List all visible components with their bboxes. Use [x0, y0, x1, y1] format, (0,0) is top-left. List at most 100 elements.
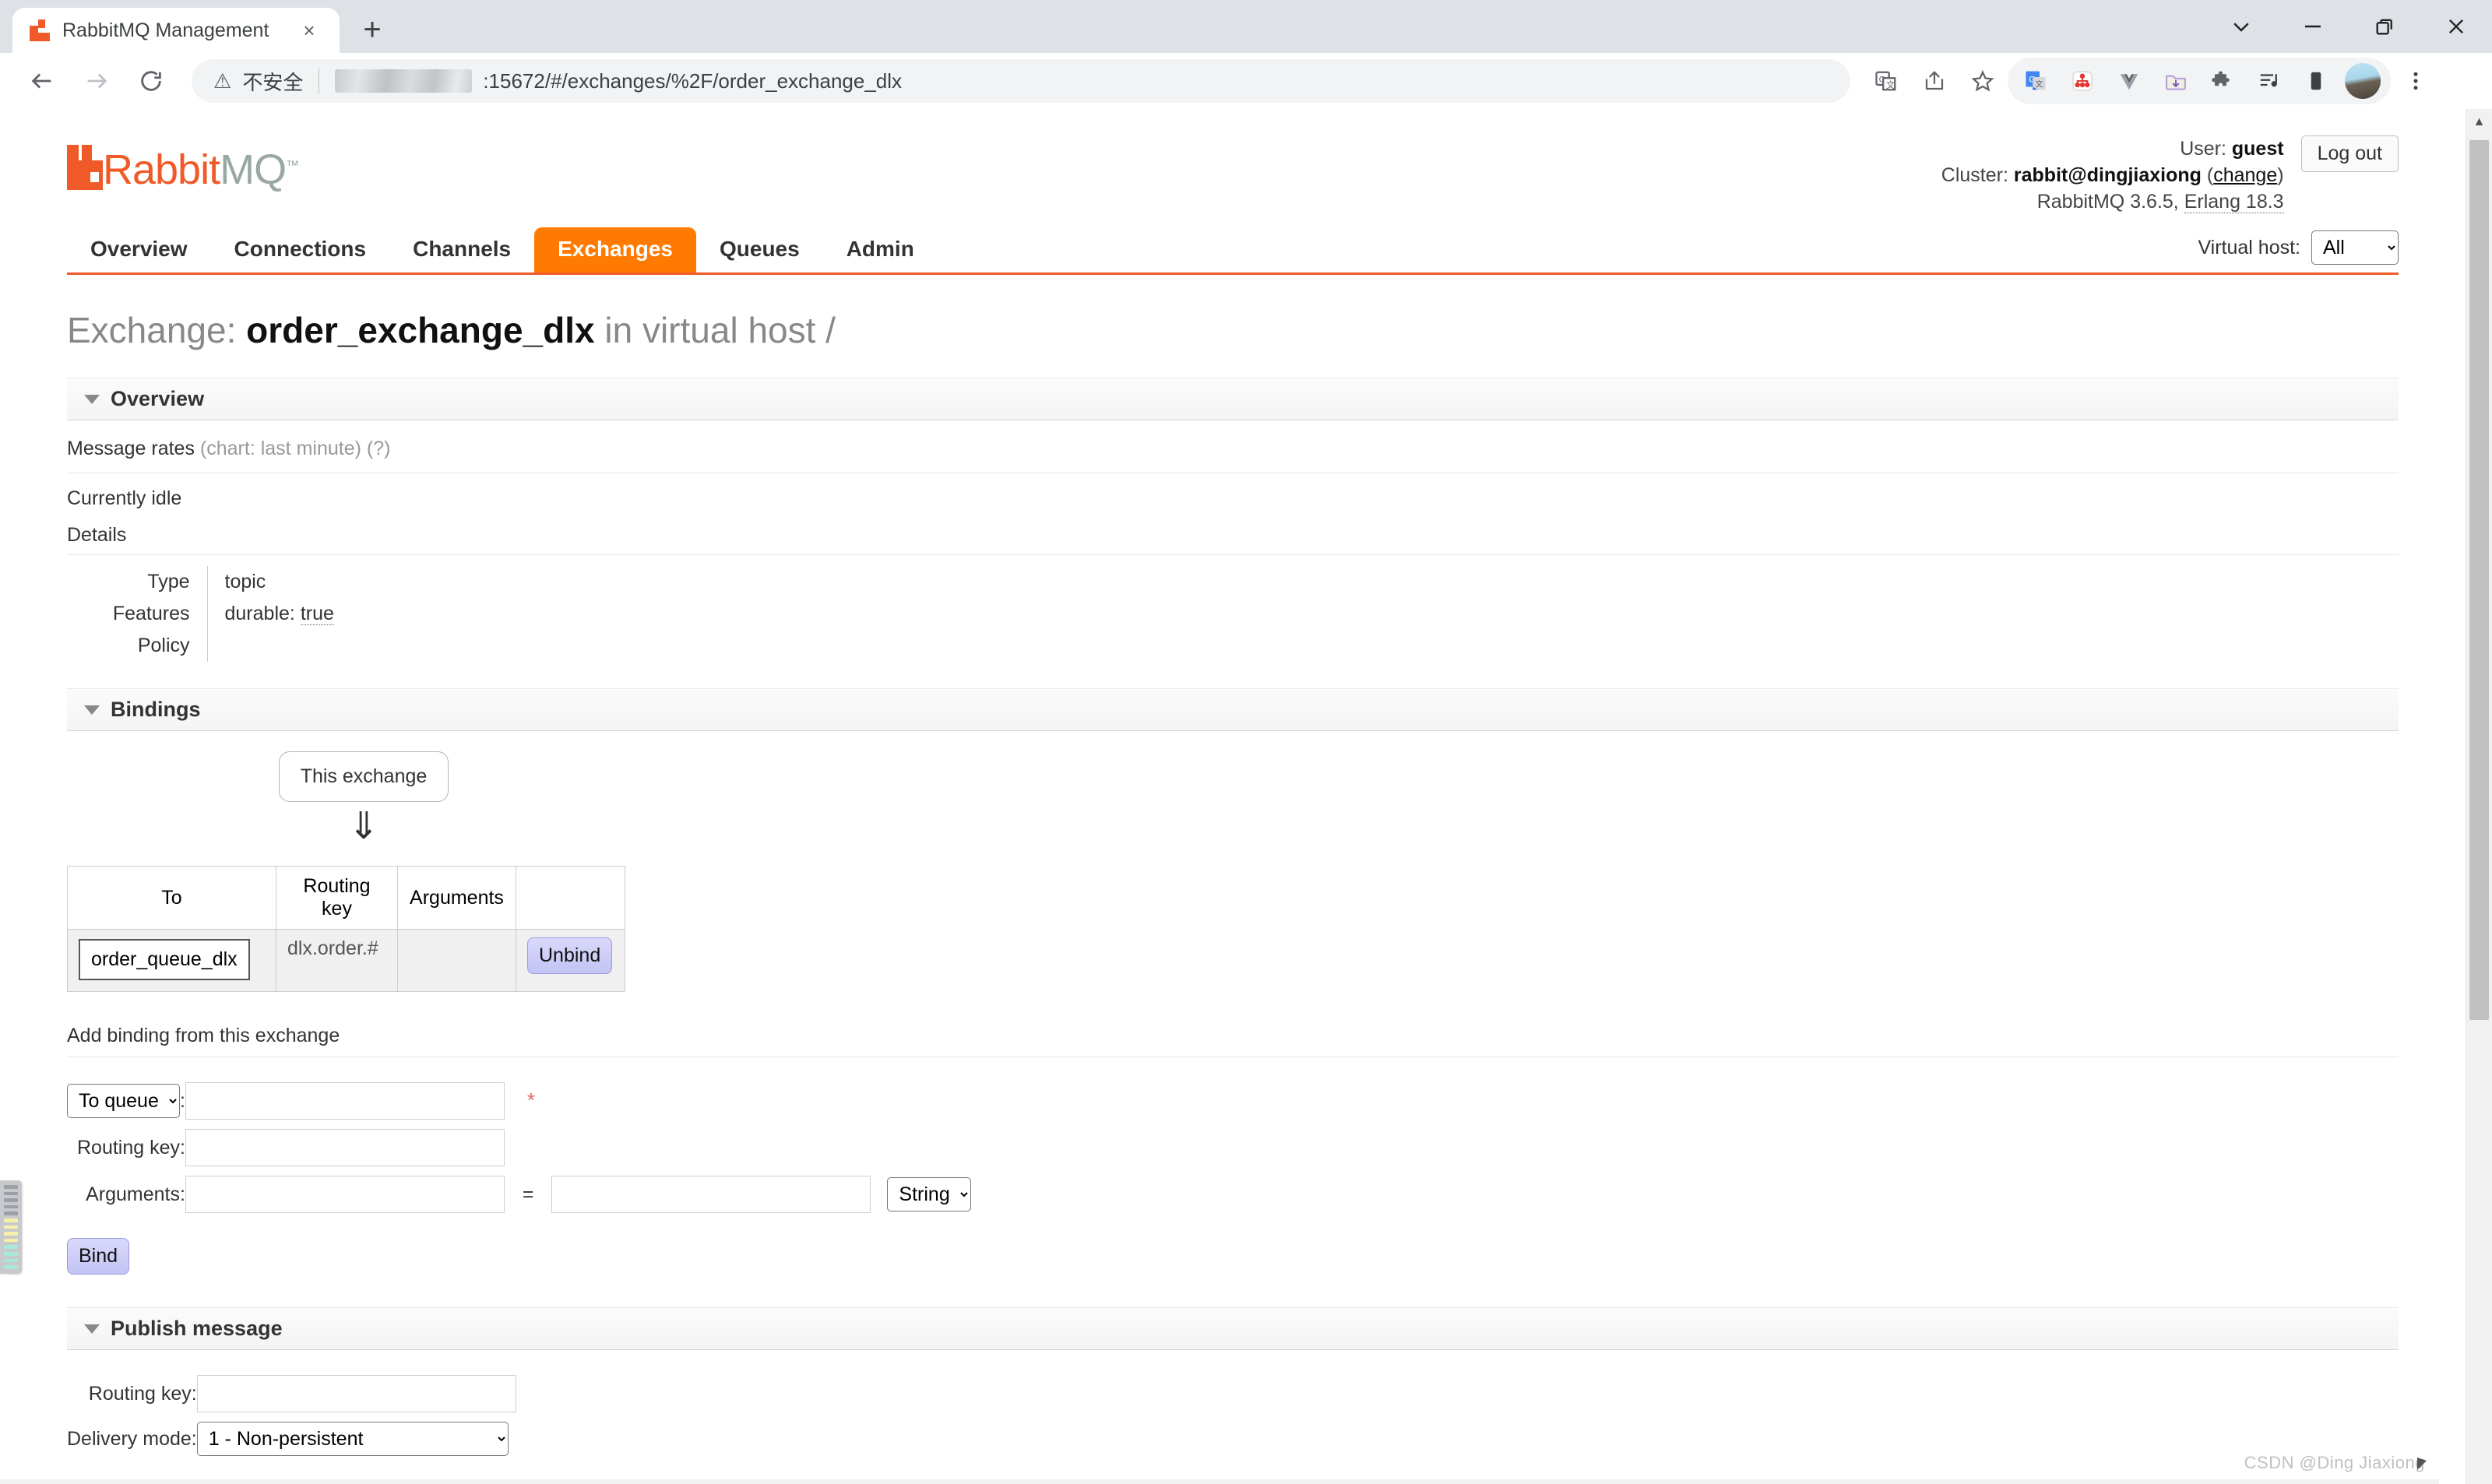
- binding-destination-input[interactable]: [185, 1082, 505, 1120]
- side-panel-widget[interactable]: [0, 1180, 22, 1274]
- publish-delivery-mode-cell: 1 - Non-persistent: [196, 1417, 516, 1461]
- translate-icon[interactable]: G 文: [1863, 58, 1909, 104]
- tab-search-icon[interactable]: [2205, 0, 2277, 53]
- details-value-type: topic: [206, 566, 334, 598]
- mindmap-extension-icon[interactable]: [2059, 58, 2106, 104]
- download-folder-icon[interactable]: [2152, 58, 2199, 104]
- binding-argument-value-input[interactable]: [551, 1176, 871, 1213]
- delivery-mode-select[interactable]: 1 - Non-persistent: [196, 1422, 509, 1456]
- bookmark-star-icon[interactable]: [1959, 58, 2006, 104]
- overview-section-header[interactable]: Overview: [67, 378, 2399, 420]
- close-tab-icon[interactable]: ×: [296, 17, 322, 44]
- reload-icon[interactable]: [126, 56, 176, 106]
- new-tab-button[interactable]: +: [350, 8, 394, 51]
- main-nav: Overview Connections Channels Exchanges …: [67, 227, 2399, 275]
- music-list-icon[interactable]: [2246, 58, 2293, 104]
- bindings-col-arguments: Arguments: [397, 866, 516, 930]
- nav-tab-queues[interactable]: Queues: [696, 227, 823, 273]
- page-title-suffix: in virtual host /: [604, 310, 836, 350]
- details-row-type: Type topic: [67, 566, 334, 598]
- nav-tabs: Overview Connections Channels Exchanges …: [67, 227, 938, 273]
- bindings-table: To Routing key Arguments order_queue_dlx…: [67, 866, 625, 992]
- nav-tab-overview[interactable]: Overview: [67, 227, 211, 273]
- add-binding-arguments-row: Arguments: = String: [67, 1171, 972, 1218]
- security-status-text: 不安全: [242, 70, 304, 94]
- bind-button[interactable]: Bind: [67, 1238, 130, 1275]
- vhost-label: Virtual host:: [2198, 236, 2300, 258]
- binding-arrow-down-icon: ⇓: [347, 806, 380, 847]
- browser-tab[interactable]: RabbitMQ Management ×: [12, 8, 340, 53]
- maximize-restore-icon[interactable]: [2349, 0, 2420, 53]
- binding-routing-key-cell: dlx.order.#: [276, 929, 398, 992]
- add-binding-title: Add binding from this exchange: [67, 1025, 2399, 1057]
- add-binding-target-cell: To queue :: [67, 1078, 185, 1124]
- google-translate-extension-icon[interactable]: G 文: [2012, 58, 2059, 104]
- reading-mode-icon[interactable]: [2293, 58, 2339, 104]
- publish-delivery-mode-row: Delivery mode: 1 - Non-persistent: [67, 1417, 516, 1461]
- nav-tab-exchanges[interactable]: Exchanges: [534, 227, 696, 273]
- binding-queue-link[interactable]: order_queue_dlx: [79, 939, 250, 980]
- svg-text:文: 文: [2035, 79, 2043, 90]
- address-bar[interactable]: ⚠ 不安全 :15672/#/exchanges/%2F/order_excha…: [192, 59, 1850, 103]
- user-info-block: User: guest Cluster: rabbit@dingjiaxiong…: [1941, 128, 2399, 215]
- vhost-select[interactable]: All: [2311, 230, 2399, 265]
- three-dot-menu-icon[interactable]: [2392, 58, 2439, 104]
- publish-message-section-title: Publish message: [111, 1317, 283, 1340]
- rabbitmq-logo[interactable]: RabbitMQ™: [67, 128, 299, 191]
- page-title-name: order_exchange_dlx: [246, 310, 595, 350]
- nav-tab-channels[interactable]: Channels: [389, 227, 534, 273]
- nav-tab-connections[interactable]: Connections: [211, 227, 390, 273]
- binding-argument-type-select[interactable]: String: [887, 1176, 972, 1211]
- features-durable-label: durable:: [224, 603, 295, 624]
- back-icon[interactable]: [17, 56, 67, 106]
- user-label: User:: [2180, 138, 2226, 160]
- vue-devtools-icon[interactable]: [2106, 58, 2152, 104]
- vertical-scrollbar[interactable]: ▲: [2466, 109, 2492, 1484]
- publish-routing-key-row: Routing key:: [67, 1370, 516, 1417]
- svg-text:文: 文: [1886, 79, 1895, 90]
- binding-target-select[interactable]: To queue: [67, 1084, 180, 1118]
- scrollbar-thumb[interactable]: [2469, 140, 2489, 1020]
- rabbitmq-logo-icon: [67, 145, 103, 190]
- publish-message-form: Routing key: Delivery mode: 1 - Non-pers…: [67, 1370, 516, 1461]
- bind-button-row: Bind: [67, 1238, 2399, 1275]
- binding-argument-key-input[interactable]: [185, 1176, 505, 1213]
- scroll-up-arrow-icon[interactable]: ▲: [2466, 109, 2492, 135]
- add-binding-destination-cell: *: [185, 1078, 971, 1124]
- add-binding-colon: :: [180, 1090, 185, 1112]
- collapse-triangle-icon: [84, 394, 100, 404]
- puzzle-extensions-icon[interactable]: [2199, 58, 2246, 104]
- user-line: User: guest: [1941, 135, 2283, 162]
- logo-tm: ™: [286, 158, 299, 173]
- publish-routing-key-input[interactable]: [196, 1375, 516, 1412]
- tab-title: RabbitMQ Management: [62, 19, 269, 41]
- bindings-col-to: To: [67, 866, 276, 930]
- binding-to-cell: order_queue_dlx: [67, 929, 276, 992]
- bindings-table-header: To Routing key Arguments: [67, 866, 625, 930]
- binding-routing-key-input[interactable]: [185, 1129, 505, 1166]
- share-icon[interactable]: [1911, 58, 1958, 104]
- window-controls: [2205, 0, 2492, 53]
- minimize-icon[interactable]: [2277, 0, 2349, 53]
- change-cluster-link[interactable]: change: [2213, 164, 2277, 186]
- nav-tab-admin[interactable]: Admin: [823, 227, 938, 273]
- unbind-button[interactable]: Unbind: [527, 937, 613, 974]
- browser-window: RabbitMQ Management × + ⚠ 不安全:15672/#/e…: [0, 0, 2492, 1484]
- horizontal-scrollbar[interactable]: [0, 1479, 2439, 1484]
- page-title: Exchange: order_exchange_dlx in virtual …: [67, 309, 2399, 351]
- close-window-icon[interactable]: [2420, 0, 2492, 53]
- bindings-col-actions: [516, 866, 625, 930]
- cluster-label: Cluster:: [1941, 164, 2008, 186]
- logout-button[interactable]: Log out: [2300, 135, 2399, 172]
- cluster-name: rabbit@dingjiaxiong: [2013, 164, 2202, 186]
- publish-message-section-header[interactable]: Publish message: [67, 1307, 2399, 1350]
- add-binding-routing-key-row: Routing key:: [67, 1124, 971, 1171]
- message-rates-note[interactable]: (chart: last minute) (?): [200, 438, 391, 459]
- bindings-section-header[interactable]: Bindings: [67, 688, 2399, 731]
- toolbar-icons: G 文 G 文: [1863, 58, 2439, 104]
- table-row: order_queue_dlx dlx.order.# Unbind: [67, 929, 625, 992]
- not-secure-warning-icon: ⚠: [213, 69, 232, 93]
- arguments-equals-sign: =: [522, 1183, 534, 1205]
- avatar[interactable]: [2339, 58, 2386, 104]
- rabbitmq-version: RabbitMQ 3.6.5,: [2036, 191, 2179, 213]
